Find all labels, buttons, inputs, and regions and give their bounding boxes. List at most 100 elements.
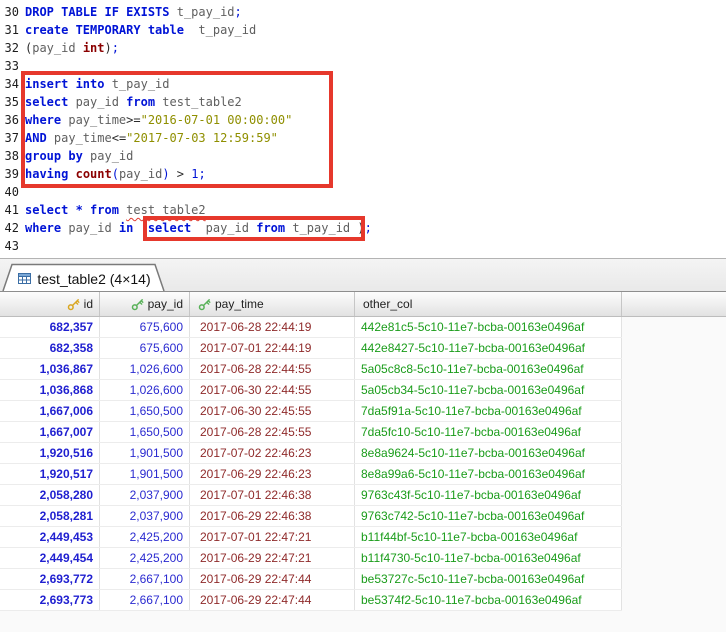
table-cell[interactable]: 1,901,500 [100,443,190,463]
table-cell[interactable]: 1,920,517 [0,464,100,484]
table-cell[interactable]: 2017-07-01 22:47:21 [190,527,355,547]
table-cell[interactable]: 1,667,006 [0,401,100,421]
table-row[interactable]: 2,693,7732,667,1002017-06-29 22:47:44be5… [0,590,622,611]
editor-line[interactable]: 41select * from test_table2 [0,201,726,219]
table-cell[interactable]: 442e81c5-5c10-11e7-bcba-00163e0496af [355,317,622,337]
table-cell[interactable]: 682,357 [0,317,100,337]
table-cell[interactable]: 1,920,516 [0,443,100,463]
table-row[interactable]: 1,667,0071,650,5002017-06-28 22:45:557da… [0,422,622,443]
table-cell[interactable]: 2,037,900 [100,506,190,526]
table-row[interactable]: 682,358675,6002017-07-01 22:44:19442e842… [0,338,622,359]
editor-line[interactable]: 42where pay_id in (select pay_id from t_… [0,219,726,237]
code-text: AND pay_time<="2017-07-03 12:59:59" [25,129,278,147]
table-cell[interactable]: 2017-06-29 22:46:38 [190,506,355,526]
table-cell[interactable]: 8e8a9624-5c10-11e7-bcba-00163e0496af [355,443,622,463]
code-text: having count(pay_id) > 1; [25,165,206,183]
table-row[interactable]: 682,357675,6002017-06-28 22:44:19442e81c… [0,317,622,338]
editor-line[interactable]: 30DROP TABLE IF EXISTS t_pay_id; [0,3,726,21]
table-cell[interactable]: 2017-06-29 22:47:21 [190,548,355,568]
table-cell[interactable]: 2,693,772 [0,569,100,589]
table-row[interactable]: 2,693,7722,667,1002017-06-29 22:47:44be5… [0,569,622,590]
editor-line[interactable]: 31create TEMPORARY table t_pay_id [0,21,726,39]
table-cell[interactable]: 1,650,500 [100,422,190,442]
editor-line[interactable]: 36where pay_time>="2016-07-01 00:00:00" [0,111,726,129]
table-cell[interactable]: 9763c43f-5c10-11e7-bcba-00163e0496af [355,485,622,505]
tab-test-table2[interactable]: test_table2 (4×14) [2,263,166,291]
table-cell[interactable]: 2017-06-30 22:45:55 [190,401,355,421]
editor-line[interactable]: 37AND pay_time<="2017-07-03 12:59:59" [0,129,726,147]
table-cell[interactable]: 1,036,868 [0,380,100,400]
table-cell[interactable]: 2,058,280 [0,485,100,505]
table-row[interactable]: 1,036,8671,026,6002017-06-28 22:44:555a0… [0,359,622,380]
table-row[interactable]: 1,920,5161,901,5002017-07-02 22:46:238e8… [0,443,622,464]
table-cell[interactable]: 2,449,454 [0,548,100,568]
code-text: create TEMPORARY table t_pay_id [25,21,256,39]
table-cell[interactable]: 5a05c8c8-5c10-11e7-bcba-00163e0496af [355,359,622,379]
table-row[interactable]: 1,920,5171,901,5002017-06-29 22:46:238e8… [0,464,622,485]
table-cell[interactable]: 9763c742-5c10-11e7-bcba-00163e0496af [355,506,622,526]
table-row[interactable]: 2,058,2812,037,9002017-06-29 22:46:38976… [0,506,622,527]
code-text: group by pay_id [25,147,133,165]
table-row[interactable]: 1,036,8681,026,6002017-06-30 22:44:555a0… [0,380,622,401]
table-cell[interactable]: 2,425,200 [100,527,190,547]
editor-line[interactable]: 39having count(pay_id) > 1; [0,165,726,183]
editor-line[interactable]: 40 [0,183,726,201]
sql-editor[interactable]: 30DROP TABLE IF EXISTS t_pay_id;31create… [0,0,726,258]
table-cell[interactable]: 675,600 [100,317,190,337]
table-cell[interactable]: 2,037,900 [100,485,190,505]
table-cell[interactable]: 2,449,453 [0,527,100,547]
table-row[interactable]: 1,667,0061,650,5002017-06-30 22:45:557da… [0,401,622,422]
editor-line[interactable]: 43 [0,237,726,255]
table-cell[interactable]: 1,036,867 [0,359,100,379]
table-cell[interactable]: 1,650,500 [100,401,190,421]
table-cell[interactable]: 2017-07-01 22:44:19 [190,338,355,358]
table-cell[interactable]: 2,425,200 [100,548,190,568]
column-header-pay_id[interactable]: pay_id [100,292,190,316]
line-number: 41 [0,201,19,219]
table-cell[interactable]: 5a05cb34-5c10-11e7-bcba-00163e0496af [355,380,622,400]
table-cell[interactable]: 682,358 [0,338,100,358]
line-number: 42 [0,219,19,237]
table-cell[interactable]: 2017-06-28 22:45:55 [190,422,355,442]
table-cell[interactable]: 2017-06-28 22:44:19 [190,317,355,337]
table-cell[interactable]: 8e8a99a6-5c10-11e7-bcba-00163e0496af [355,464,622,484]
editor-line[interactable]: 32(pay_id int); [0,39,726,57]
code-text: insert into t_pay_id [25,75,170,93]
editor-line[interactable]: 34 insert into t_pay_id [0,75,726,93]
table-cell[interactable]: 1,026,600 [100,359,190,379]
line-number: 30 [0,3,19,21]
table-cell[interactable]: 2,667,100 [100,590,190,610]
table-cell[interactable]: 1,667,007 [0,422,100,442]
table-cell[interactable]: 2017-06-28 22:44:55 [190,359,355,379]
table-cell[interactable]: 2017-06-29 22:47:44 [190,590,355,610]
table-cell[interactable]: 2017-06-30 22:44:55 [190,380,355,400]
table-cell[interactable]: 2,667,100 [100,569,190,589]
column-header-other_col[interactable]: other_col [355,292,622,316]
table-cell[interactable]: 2017-06-29 22:47:44 [190,569,355,589]
table-cell[interactable]: 7da5f91a-5c10-11e7-bcba-00163e0496af [355,401,622,421]
table-row[interactable]: 2,449,4532,425,2002017-07-01 22:47:21b11… [0,527,622,548]
results-tab-bar: test_table2 (4×14) [0,258,726,291]
editor-line[interactable]: 33 [0,57,726,75]
column-header-id[interactable]: id [0,292,100,316]
table-cell[interactable]: be5374f2-5c10-11e7-bcba-00163e0496af [355,590,622,610]
column-header-pay_time[interactable]: pay_time [190,292,355,316]
line-number: 34 [0,75,19,93]
table-cell[interactable]: 2017-07-01 22:46:38 [190,485,355,505]
table-cell[interactable]: 2017-07-02 22:46:23 [190,443,355,463]
table-cell[interactable]: 2017-06-29 22:46:23 [190,464,355,484]
table-cell[interactable]: 675,600 [100,338,190,358]
table-cell[interactable]: 1,901,500 [100,464,190,484]
table-cell[interactable]: b11f4730-5c10-11e7-bcba-00163e0496af [355,548,622,568]
editor-line[interactable]: 35select pay_id from test_table2 [0,93,726,111]
table-row[interactable]: 2,058,2802,037,9002017-07-01 22:46:38976… [0,485,622,506]
table-cell[interactable]: 7da5fc10-5c10-11e7-bcba-00163e0496af [355,422,622,442]
table-row[interactable]: 2,449,4542,425,2002017-06-29 22:47:21b11… [0,548,622,569]
table-cell[interactable]: b11f44bf-5c10-11e7-bcba-00163e0496af [355,527,622,547]
table-cell[interactable]: 2,693,773 [0,590,100,610]
table-cell[interactable]: 442e8427-5c10-11e7-bcba-00163e0496af [355,338,622,358]
editor-line[interactable]: 38group by pay_id [0,147,726,165]
table-cell[interactable]: 1,026,600 [100,380,190,400]
table-cell[interactable]: be53727c-5c10-11e7-bcba-00163e0496af [355,569,622,589]
table-cell[interactable]: 2,058,281 [0,506,100,526]
